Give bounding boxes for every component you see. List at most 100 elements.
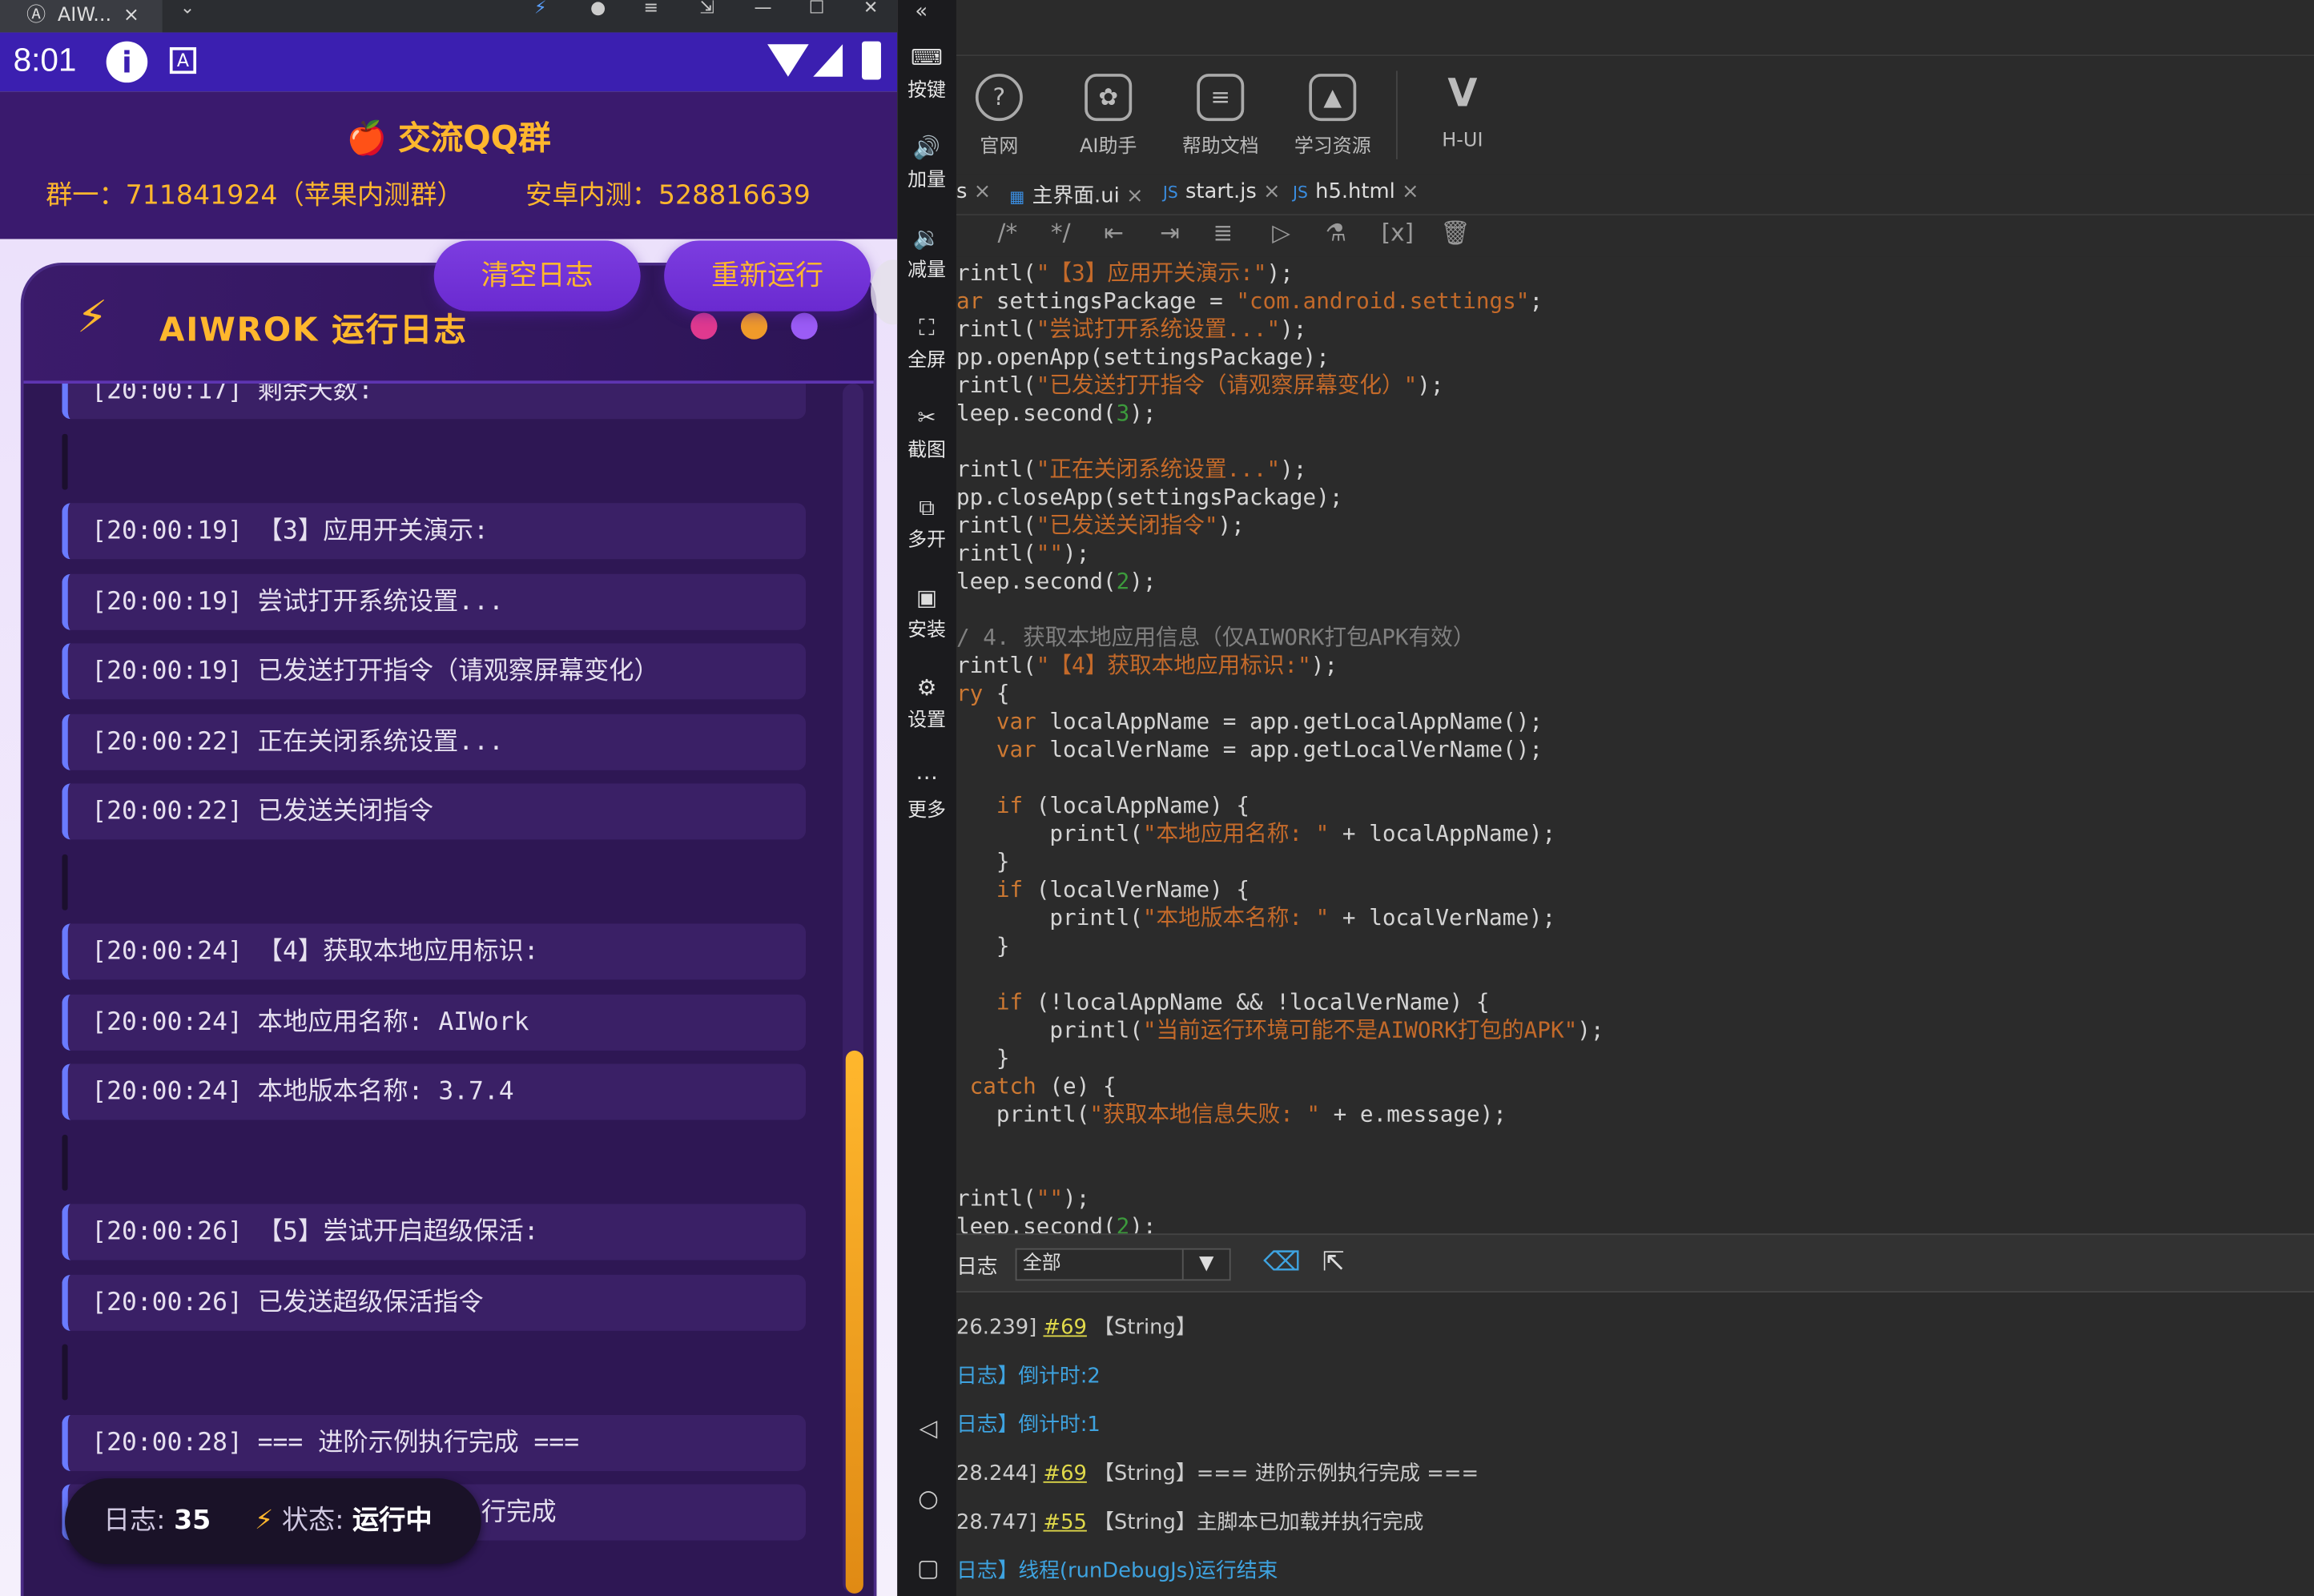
ui-file-icon: ▦ bbox=[1009, 187, 1025, 207]
tool-label: 学习资源 bbox=[1294, 135, 1371, 159]
side-button-fullscreen[interactable]: ⛶ 全屏 bbox=[897, 312, 956, 372]
help-circle-icon: ? bbox=[975, 74, 1023, 122]
log-row: [20:00:28] === 进阶示例执行完成 === bbox=[62, 1414, 807, 1471]
flask-icon[interactable]: ⚗ bbox=[1326, 219, 1346, 247]
code-line: } bbox=[956, 932, 1010, 959]
fullscreen-icon: ⛶ bbox=[919, 314, 935, 341]
console-link[interactable]: #55 bbox=[1043, 1511, 1086, 1534]
tool-help-circle[interactable]: ? 官网 bbox=[948, 74, 1051, 158]
console-output[interactable]: 26.239] #69 【String】 日志】倒计时:2 日志】倒计时:1 28.2… bbox=[956, 1292, 2314, 1596]
close-icon[interactable]: × bbox=[1120, 184, 1144, 207]
log-row: [20:00:19] 【3】应用开关演示: bbox=[62, 503, 807, 560]
file-tab[interactable]: s × bbox=[956, 180, 991, 203]
back-icon[interactable]: ◁ bbox=[916, 1416, 940, 1440]
side-button-scissors[interactable]: ✂ 截图 bbox=[897, 401, 956, 462]
orange-dot bbox=[740, 312, 768, 340]
console-prefix: 28.747] bbox=[956, 1510, 1037, 1535]
qq-group-android: 安卓内测：528816639 bbox=[525, 179, 811, 211]
status-pill: 日志: 35 ⚡ 状态: 运行中 bbox=[65, 1478, 481, 1565]
code-editor[interactable]: rintl("【3】应用开关演示:"); ar settingsPackage =… bbox=[956, 259, 2314, 1234]
code-line: ry { bbox=[956, 680, 1010, 707]
delete-icon[interactable]: 🗑 bbox=[1440, 219, 1470, 247]
tool-label: 官网 bbox=[980, 135, 1019, 159]
outdent-icon[interactable]: ⇤ bbox=[1104, 219, 1124, 247]
indent-icon[interactable]: ⇥ bbox=[1160, 219, 1180, 247]
graduation-cap-icon: ▲ bbox=[1309, 74, 1357, 122]
code-line: printl("本地应用名称: " + localAppName); bbox=[956, 820, 1556, 847]
close-icon[interactable]: × bbox=[1395, 180, 1419, 203]
uncomment-icon[interactable]: */ bbox=[1051, 219, 1071, 247]
code-line: / 4. 获取本地应用信息（仅AIWORK打包APK有效） bbox=[956, 624, 1475, 651]
side-button-multi-open[interactable]: ⧉ 多开 bbox=[897, 492, 956, 552]
export-icon[interactable]: ⇱ bbox=[1322, 1247, 1345, 1278]
tool-ai-assistant[interactable]: ✿ AI助手 bbox=[1056, 74, 1160, 158]
resize-icon[interactable]: ⇲ bbox=[699, 0, 714, 18]
state-label: 状态: bbox=[281, 1505, 344, 1537]
multi-open-icon: ⧉ bbox=[919, 494, 935, 521]
side-button-more[interactable]: ⋯ 更多 bbox=[897, 762, 956, 822]
scrollbar-thumb[interactable] bbox=[845, 1050, 863, 1594]
volume-down-icon: 🔉 bbox=[912, 224, 941, 251]
user-icon[interactable]: ● bbox=[590, 0, 606, 18]
apple-icon: 🍎 bbox=[346, 121, 388, 159]
variable-icon[interactable]: [x] bbox=[1382, 219, 1414, 247]
console-link[interactable]: #69 bbox=[1043, 1462, 1086, 1485]
file-tab-name: h5.html bbox=[1315, 179, 1395, 204]
device-screen[interactable]: Ⓐ AIW... × ⌄ ⚡ ● ≡ ⇲ — ☐ ✕ 8:01 i A 🍎 交流… bbox=[0, 0, 898, 1596]
state-value: 运行中 bbox=[352, 1505, 433, 1537]
broom-icon[interactable]: ⌫ bbox=[1263, 1247, 1301, 1278]
file-tab[interactable]: ▦ 主界面.ui × bbox=[1009, 180, 1143, 210]
format-icon[interactable]: ≣ bbox=[1213, 219, 1233, 247]
log-row: [20:00:24] 本地版本名称: 3.7.4 bbox=[62, 1063, 807, 1120]
side-button-settings[interactable]: ⚙ 设置 bbox=[897, 671, 956, 732]
wifi-icon bbox=[767, 44, 809, 77]
file-tab[interactable]: JS start.js × bbox=[1163, 180, 1281, 203]
code-line: pp.closeApp(settingsPackage); bbox=[956, 484, 1343, 511]
qq-group-ios: 群一：711841924（苹果内测群） bbox=[46, 179, 464, 211]
side-button-apk[interactable]: ▣ 安装 bbox=[897, 581, 956, 642]
maximize-icon[interactable]: ☐ bbox=[809, 0, 825, 18]
log-list[interactable]: [20:00:17] 剩余天数: [20:00:19] 【3】应用开关演示: [20… bbox=[62, 384, 829, 1596]
tool-graduation-cap[interactable]: ▲ 学习资源 bbox=[1281, 74, 1384, 158]
comment-icon[interactable]: /* bbox=[998, 219, 1018, 247]
code-line: ar settingsPackage = "com.android.settin… bbox=[956, 287, 1543, 315]
code-line: leep.second(3); bbox=[956, 400, 1157, 427]
home-icon[interactable]: ○ bbox=[916, 1486, 940, 1510]
console-link[interactable]: #69 bbox=[1043, 1317, 1086, 1340]
recent-apps-icon[interactable]: ▢ bbox=[916, 1556, 940, 1580]
log-row-empty bbox=[62, 1134, 68, 1191]
log-filter-select[interactable]: 全部 ▼ bbox=[1015, 1248, 1231, 1281]
chevron-down-icon[interactable]: ⌄ bbox=[180, 0, 195, 18]
js-file-icon: JS bbox=[1162, 183, 1178, 203]
console-line: 28.244] #69 【String】=== 进阶示例执行完成 === bbox=[956, 1457, 1479, 1487]
rerun-button[interactable]: 重新运行 bbox=[664, 240, 871, 312]
close-icon[interactable]: × bbox=[1257, 180, 1281, 203]
side-button-volume-down[interactable]: 🔉 减量 bbox=[897, 221, 956, 282]
side-button-label: 更多 bbox=[907, 799, 947, 822]
window-tab[interactable]: Ⓐ AIW... × bbox=[0, 0, 163, 33]
close-icon[interactable]: × bbox=[967, 180, 992, 203]
run-icon[interactable]: ▷ bbox=[1272, 219, 1290, 247]
log-row: [20:00:26] 已发送超级保活指令 bbox=[62, 1274, 807, 1331]
ide-title-area bbox=[956, 0, 2314, 57]
minimize-icon[interactable]: — bbox=[755, 0, 772, 18]
tool-document[interactable]: ≡ 帮助文档 bbox=[1169, 74, 1272, 158]
bolt-icon[interactable]: ⚡ bbox=[534, 0, 547, 18]
log-row-empty bbox=[62, 1344, 68, 1401]
console-message: 【String】=== 进阶示例执行完成 === bbox=[1093, 1461, 1479, 1486]
close-icon[interactable]: × bbox=[123, 6, 139, 25]
file-tab[interactable]: JS h5.html × bbox=[1293, 180, 1419, 203]
menu-icon[interactable]: ≡ bbox=[643, 0, 658, 18]
collapse-icon[interactable]: « bbox=[915, 0, 928, 23]
log-row: [20:00:19] 尝试打开系统设置... bbox=[62, 573, 807, 630]
code-line: if (!localAppName && !localVerName) { bbox=[996, 988, 1490, 1015]
close-window-icon[interactable]: ✕ bbox=[863, 0, 879, 18]
side-button-label: 安装 bbox=[907, 619, 947, 642]
app-logo-icon: Ⓐ bbox=[26, 4, 46, 27]
side-button-label: 按键 bbox=[907, 79, 947, 103]
clear-log-button[interactable]: 清空日志 bbox=[433, 240, 641, 312]
tool-vue-logo[interactable]: V H-UI bbox=[1411, 74, 1514, 152]
